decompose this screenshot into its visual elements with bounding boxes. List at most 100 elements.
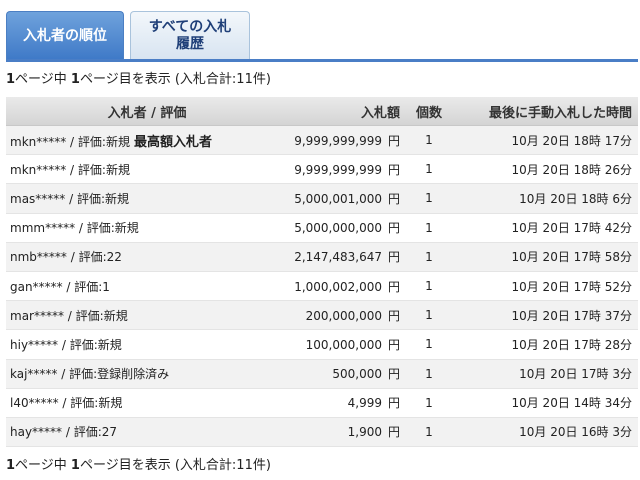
page-current: 1 — [6, 72, 16, 87]
page-total: 1 — [70, 458, 80, 473]
table-row: kaj***** / 評価:登録削除済み 500,000 円 1 10月 20日 17時… — [6, 359, 638, 389]
header-quantity: 個数 — [404, 97, 454, 126]
bidder-name: gan***** / 評価:1 — [10, 279, 110, 294]
bid-time-cell: 10月 20日 17時 58分 — [454, 242, 638, 272]
bidder-cell: mmm***** / 評価:新規 — [6, 213, 288, 243]
table-row: mmm***** / 評価:新規 5,000,000,000 円 1 10月 20日 1… — [6, 213, 638, 243]
tab-underline — [6, 59, 638, 62]
page-current: 1 — [6, 458, 16, 473]
bidder-cell: hiy***** / 評価:新規 — [6, 329, 288, 360]
bid-amount: 4,999 — [347, 396, 382, 411]
bid-time-cell: 10月 20日 17時 3分 — [454, 359, 638, 389]
bid-amount: 500,000 — [332, 367, 382, 382]
bidder-name: hiy***** / 評価:新規 — [10, 337, 122, 352]
quantity-cell: 1 — [404, 300, 454, 331]
header-amount: 入札額 — [288, 97, 404, 126]
bidder-name: mas***** / 評価:新規 — [10, 191, 130, 206]
bid-time-cell: 10月 20日 18時 6分 — [454, 183, 638, 214]
table-row: hiy***** / 評価:新規 100,000,000 円 1 10月 20日 17時… — [6, 329, 638, 360]
bidder-cell: nmb***** / 評価:22 — [6, 242, 288, 272]
bid-ranking-table: 入札者 / 評価 入札額 個数 最後に手動入札した時間 mkn***** / 評… — [6, 97, 638, 448]
bidder-name: mkn***** / 評価:新規 — [10, 162, 130, 177]
bidder-cell: mkn***** / 評価:新規 — [6, 154, 288, 185]
bid-time-cell: 10月 20日 17時 28分 — [454, 329, 638, 360]
currency-unit: 円 — [387, 425, 400, 440]
quantity-cell: 1 — [404, 242, 454, 272]
bid-amount: 5,000,000,000 — [294, 221, 382, 236]
bid-time-cell: 10月 20日 17時 37分 — [454, 300, 638, 331]
table-row: gan***** / 評価:1 1,000,002,000 円 1 10月 20日 17… — [6, 271, 638, 302]
currency-unit: 円 — [387, 191, 400, 206]
tab-all-bid-history[interactable]: すべての入札履歴 — [130, 11, 250, 60]
summary-text-1: ページ中 — [15, 72, 71, 87]
tab-all-bid-history-label: すべての入札履歴 — [148, 19, 232, 52]
bidder-cell: l40***** / 評価:新規 — [6, 388, 288, 418]
currency-unit: 円 — [387, 250, 400, 265]
quantity-cell: 1 — [404, 271, 454, 302]
bid-amount: 1,000,002,000 — [294, 279, 382, 294]
bidder-name: mmm***** / 評価:新規 — [10, 221, 139, 236]
amount-cell: 2,147,483,647 円 — [288, 242, 404, 272]
currency-unit: 円 — [387, 396, 400, 411]
table-row: l40***** / 評価:新規 4,999 円 1 10月 20日 14時 34分 — [6, 388, 638, 418]
summary-text-2: ページ目を表示 (入札合計:11件) — [79, 72, 271, 87]
bid-amount: 9,999,999,999 — [294, 162, 382, 177]
amount-cell: 1,000,002,000 円 — [288, 271, 404, 302]
bidder-name: l40***** / 評価:新規 — [10, 396, 123, 411]
amount-cell: 5,000,000,000 円 — [288, 213, 404, 243]
bid-amount: 100,000,000 — [305, 337, 382, 352]
bid-time-cell: 10月 20日 14時 34分 — [454, 388, 638, 418]
quantity-cell: 1 — [404, 388, 454, 418]
header-bidder: 入札者 / 評価 — [6, 97, 288, 126]
amount-cell: 5,000,001,000 円 — [288, 183, 404, 214]
table-header-row: 入札者 / 評価 入札額 個数 最後に手動入札した時間 — [6, 97, 638, 126]
currency-unit: 円 — [387, 367, 400, 382]
bidder-name: kaj***** / 評価:登録削除済み — [10, 367, 170, 382]
bidder-cell: hay***** / 評価:27 — [6, 417, 288, 448]
currency-unit: 円 — [387, 279, 400, 294]
pagination-summary-top: 1ページ中 1ページ目を表示 (入札合計:11件) — [6, 71, 271, 89]
bid-amount: 5,000,001,000 — [294, 191, 382, 206]
currency-unit: 円 — [387, 133, 400, 148]
bid-time-cell: 10月 20日 18時 17分 — [454, 125, 638, 156]
summary-text-1: ページ中 — [15, 458, 71, 473]
amount-cell: 9,999,999,999 円 — [288, 154, 404, 185]
quantity-cell: 1 — [404, 154, 454, 185]
table-row: mkn***** / 評価:新規 最高額入札者 9,999,999,999 円 1 10月… — [6, 125, 638, 156]
tab-bidder-ranking-label: 入札者の順位 — [23, 27, 107, 44]
tab-bar: 入札者の順位 すべての入札履歴 — [6, 11, 638, 61]
bidder-cell: kaj***** / 評価:登録削除済み — [6, 359, 288, 389]
bidder-name: hay***** / 評価:27 — [10, 425, 118, 440]
page-total: 1 — [70, 72, 80, 87]
bid-amount: 9,999,999,999 — [294, 133, 382, 148]
table-row: mkn***** / 評価:新規 9,999,999,999 円 1 10月 20日 1… — [6, 154, 638, 185]
amount-cell: 9,999,999,999 円 — [288, 125, 404, 156]
summary-text-2: ページ目を表示 (入札合計:11件) — [79, 458, 271, 473]
bidder-name: mkn***** / 評価:新規 — [10, 134, 130, 149]
quantity-cell: 1 — [404, 125, 454, 156]
amount-cell: 500,000 円 — [288, 359, 404, 389]
bidder-cell: mkn***** / 評価:新規 最高額入札者 — [6, 125, 288, 156]
currency-unit: 円 — [387, 221, 400, 236]
bid-amount: 200,000,000 — [305, 308, 382, 323]
tab-bidder-ranking[interactable]: 入札者の順位 — [6, 11, 124, 60]
bid-time-cell: 10月 20日 17時 52分 — [454, 271, 638, 302]
quantity-cell: 1 — [404, 359, 454, 389]
currency-unit: 円 — [387, 337, 400, 352]
highest-bidder-badge: 最高額入札者 — [133, 134, 212, 150]
amount-cell: 100,000,000 円 — [288, 329, 404, 360]
bid-rows: mkn***** / 評価:新規 最高額入札者 9,999,999,999 円 1 10月… — [6, 125, 638, 448]
pagination-summary-bottom: 1ページ中 1ページ目を表示 (入札合計:11件) — [6, 457, 271, 475]
quantity-cell: 1 — [404, 213, 454, 243]
bidder-cell: gan***** / 評価:1 — [6, 271, 288, 302]
quantity-cell: 1 — [404, 183, 454, 214]
bid-amount: 1,900 — [347, 425, 382, 440]
table-row: nmb***** / 評価:22 2,147,483,647 円 1 10月 20日 1… — [6, 242, 638, 272]
header-time: 最後に手動入札した時間 — [454, 97, 638, 126]
quantity-cell: 1 — [404, 329, 454, 360]
bid-amount: 2,147,483,647 — [294, 250, 382, 265]
table-row: hay***** / 評価:27 1,900 円 1 10月 20日 16時 3分 — [6, 417, 638, 448]
amount-cell: 200,000,000 円 — [288, 300, 404, 331]
bidder-cell: mar***** / 評価:新規 — [6, 300, 288, 331]
amount-cell: 1,900 円 — [288, 417, 404, 448]
